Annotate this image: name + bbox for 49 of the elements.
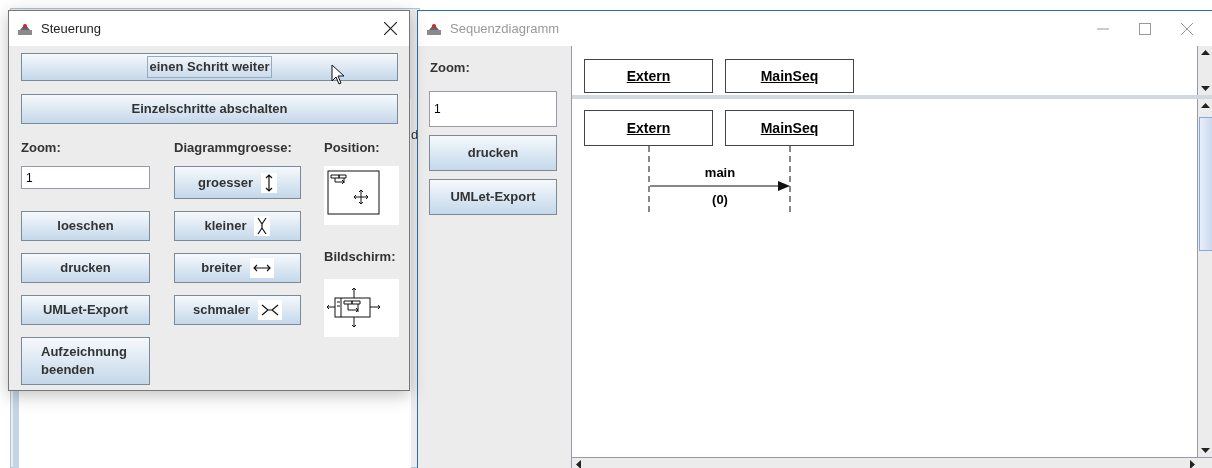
screen-label: Bildschirm: (324, 248, 397, 263)
size-button[interactable]: breiter (174, 253, 301, 283)
horizontal-scrollbar[interactable] (572, 457, 1212, 468)
scroll-up-icon[interactable] (1201, 103, 1210, 108)
window-title: Sequenzdiagramm (450, 19, 560, 38)
mouse-pointer-icon (331, 64, 345, 86)
size-button[interactable]: kleiner (174, 211, 301, 241)
shrink-arrows-icon (258, 300, 283, 320)
maximize-icon[interactable] (1139, 22, 1151, 35)
message-arguments: (0) (712, 192, 728, 207)
scroll-left-icon[interactable] (576, 459, 581, 468)
cut-label: d (411, 126, 419, 144)
toolbar-button[interactable]: drucken (429, 135, 557, 171)
scroll-right-icon[interactable] (1190, 459, 1195, 468)
wide-button[interactable]: Einzelschritte abschalten (21, 94, 398, 124)
action-button[interactable]: loeschen (21, 211, 150, 241)
size-button[interactable]: groesser (174, 166, 301, 199)
size-button[interactable]: schmaler (174, 295, 301, 325)
message-label: main (704, 165, 736, 180)
lifeline (789, 146, 791, 212)
object-box: MainSeq (725, 59, 854, 93)
scrollbar[interactable] (1197, 99, 1212, 457)
shrink-arrows-icon (254, 216, 271, 236)
scroll-down-icon[interactable] (1201, 448, 1210, 453)
object-box: Extern (584, 59, 713, 93)
enlarge-arrows-icon (249, 258, 274, 278)
position-label: Position: (324, 139, 381, 154)
window-title: Steuerung (41, 19, 101, 38)
size-label: Diagrammgroesse: (174, 139, 293, 154)
scroll-thumb[interactable] (1198, 117, 1212, 251)
scroll-down-icon[interactable] (1201, 86, 1210, 91)
action-button[interactable]: Aufzeichnung beenden (21, 337, 150, 385)
move-screen-icon[interactable] (324, 279, 399, 337)
action-button[interactable]: drucken (21, 253, 150, 283)
lifeline (648, 146, 650, 212)
zoom-label: Zoom: (21, 139, 62, 154)
action-button[interactable]: UMLet-Export (21, 295, 150, 325)
scroll-up-icon[interactable] (1201, 50, 1210, 55)
object-box: MainSeq (725, 110, 854, 146)
zoom-label: Zoom: (430, 59, 471, 76)
toolbar-button[interactable]: UMLet-Export (429, 179, 557, 215)
enlarge-arrows-icon (260, 172, 277, 193)
wide-button[interactable]: einen Schritt weiter (21, 53, 398, 81)
object-box: Extern (584, 110, 713, 146)
close-icon[interactable] (384, 22, 397, 35)
scrollbar[interactable] (1197, 46, 1212, 95)
zoom-field[interactable]: 1 (21, 166, 150, 189)
move-diagram-icon[interactable] (324, 166, 399, 225)
zoom-field[interactable]: 1 (429, 91, 557, 127)
